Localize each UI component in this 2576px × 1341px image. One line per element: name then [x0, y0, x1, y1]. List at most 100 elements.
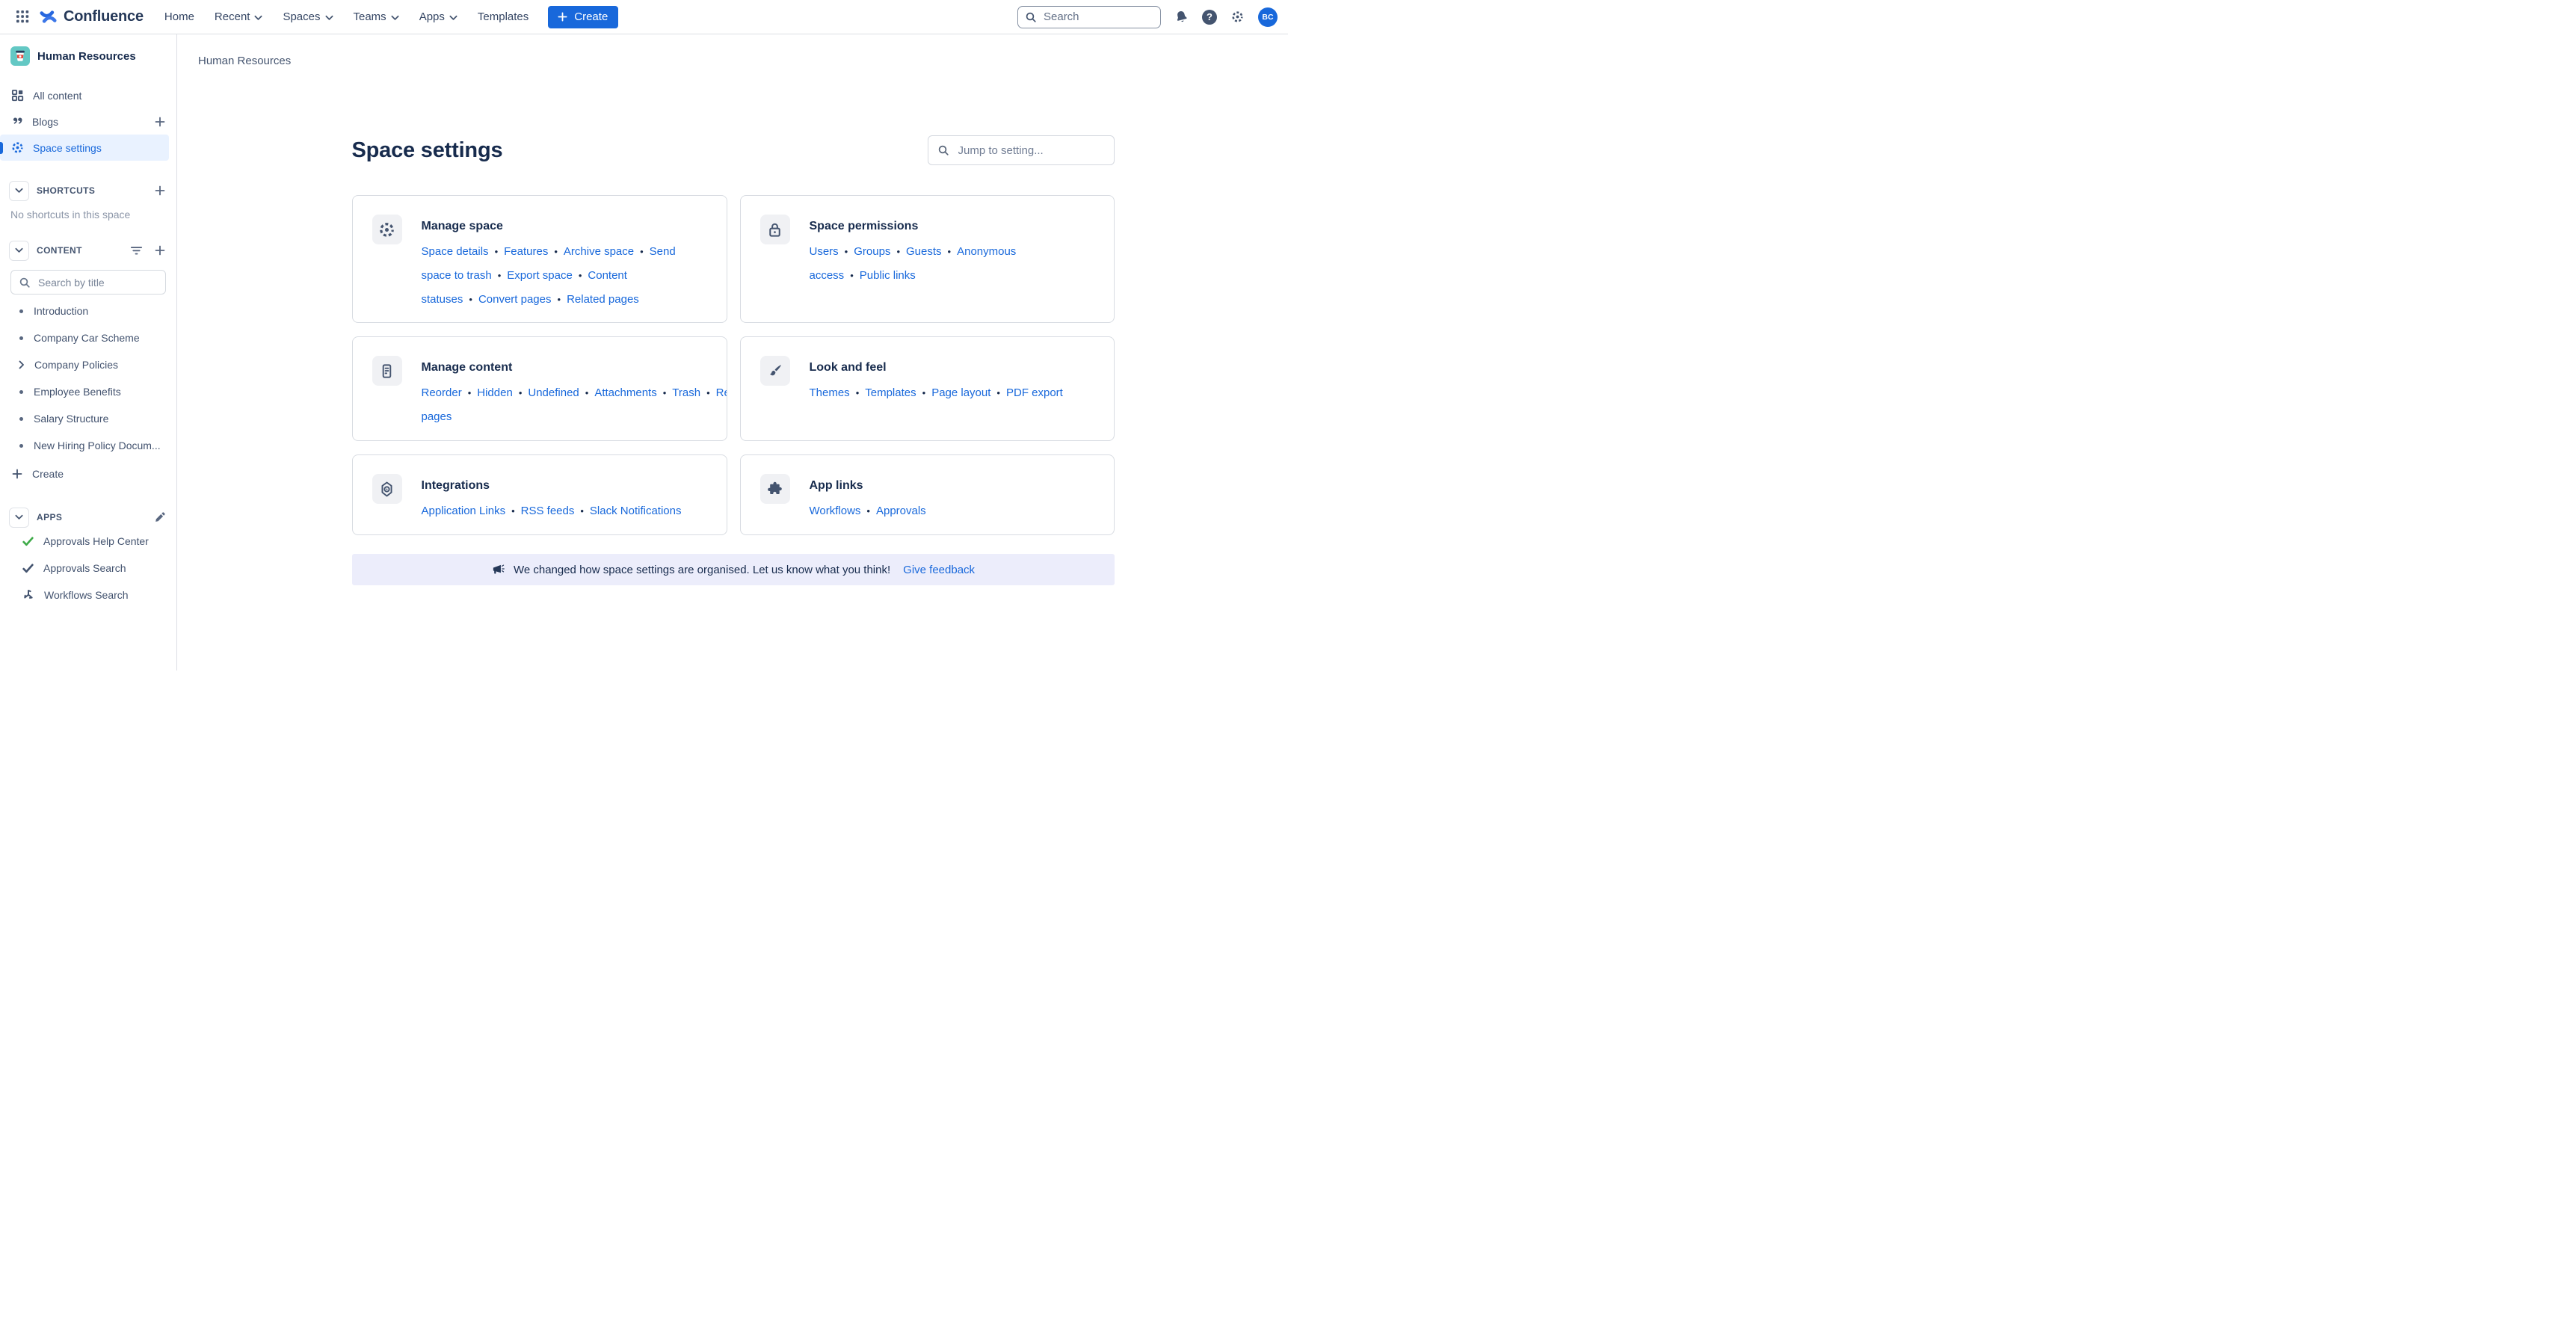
- nav-item-teams[interactable]: Teams: [354, 10, 399, 23]
- chevron-down-icon: [15, 247, 23, 253]
- settings-gear-icon[interactable]: [1230, 10, 1245, 24]
- card-link-convert-pages[interactable]: Convert pages: [478, 293, 552, 306]
- card-link-reorder[interactable]: Reorder: [422, 386, 462, 399]
- card-link-space-details[interactable]: Space details: [422, 245, 489, 258]
- card-link-trash[interactable]: Trash: [672, 386, 700, 399]
- content-search-input[interactable]: [37, 276, 158, 289]
- add-blog-icon[interactable]: [154, 116, 166, 128]
- create-page-label: Create: [32, 468, 64, 480]
- add-shortcut-icon[interactable]: [154, 185, 166, 197]
- bullet-separator: •: [856, 387, 860, 398]
- breadcrumb[interactable]: Human Resources: [198, 55, 291, 67]
- check-icon: [22, 562, 34, 575]
- card-link-users[interactable]: Users: [810, 245, 839, 258]
- card-link-workflows[interactable]: Workflows: [810, 505, 861, 517]
- page-tree-item-company-car-scheme[interactable]: Company Car Scheme: [0, 324, 176, 351]
- bullet-separator: •: [580, 505, 584, 517]
- card-link-groups[interactable]: Groups: [854, 245, 890, 258]
- nav-item-home[interactable]: Home: [164, 10, 194, 23]
- card-link-related-pages[interactable]: Related pages: [567, 293, 639, 306]
- bullet-separator: •: [845, 246, 848, 257]
- chevron-right-icon[interactable]: [19, 360, 25, 369]
- bullet-separator: •: [511, 505, 515, 517]
- search-icon: [19, 277, 31, 289]
- page-tree-item-introduction[interactable]: Introduction: [0, 298, 176, 324]
- add-content-icon[interactable]: [154, 244, 166, 256]
- app-item-approvals-help-center[interactable]: Approvals Help Center: [0, 528, 176, 555]
- card-link-archive-space[interactable]: Archive space: [564, 245, 634, 258]
- page-tree-item-new-hiring-policy-docum[interactable]: New Hiring Policy Docum...: [0, 432, 176, 459]
- help-icon[interactable]: ?: [1202, 10, 1217, 25]
- page-tree-item-salary-structure[interactable]: Salary Structure: [0, 405, 176, 432]
- user-avatar[interactable]: BC: [1258, 7, 1278, 27]
- card-link-guests[interactable]: Guests: [906, 245, 942, 258]
- shortcuts-section-header: SHORTCUTS: [0, 180, 176, 201]
- apps-collapse-button[interactable]: [9, 508, 29, 528]
- chevron-down-icon: [449, 15, 457, 21]
- bullet-separator: •: [640, 246, 644, 257]
- nav-item-apps[interactable]: Apps: [419, 10, 457, 23]
- app-item-label: Approvals Search: [43, 562, 126, 574]
- settings-cards: Manage spaceSpace details•Features•Archi…: [352, 195, 1115, 535]
- app-item-label: Workflows Search: [44, 589, 129, 601]
- bullet-separator: •: [558, 294, 561, 305]
- page-tree-item-employee-benefits[interactable]: Employee Benefits: [0, 378, 176, 405]
- workflow-icon: [22, 588, 35, 602]
- space-header[interactable]: Human Resources: [0, 46, 176, 66]
- nav-item-templates[interactable]: Templates: [478, 10, 529, 23]
- global-search[interactable]: [1017, 6, 1161, 28]
- bullet-separator: •: [896, 246, 900, 257]
- jump-to-setting-input[interactable]: [957, 144, 1105, 158]
- card-link-templates[interactable]: Templates: [865, 386, 916, 399]
- card-link-approvals[interactable]: Approvals: [876, 505, 926, 517]
- nav-item-spaces[interactable]: Spaces: [283, 10, 333, 23]
- nav-item-label: Teams: [354, 10, 386, 23]
- bullet-separator: •: [996, 387, 1000, 398]
- sidebar-item-all-content[interactable]: All content: [0, 82, 176, 108]
- primary-nav: Home Recent Spaces Teams Apps Templates: [164, 10, 529, 23]
- give-feedback-link[interactable]: Give feedback: [903, 564, 975, 576]
- card-link-rss-feeds[interactable]: RSS feeds: [521, 505, 575, 517]
- card-link-public-links[interactable]: Public links: [860, 269, 916, 282]
- page-tree-item-label: Salary Structure: [34, 413, 108, 425]
- sidebar-create-page[interactable]: Create: [0, 460, 176, 487]
- card-link-restricted[interactable]: Restricted: [716, 386, 727, 399]
- create-button[interactable]: Create: [548, 6, 618, 28]
- app-item-workflows-search[interactable]: Workflows Search: [0, 582, 176, 608]
- bullet-separator: •: [948, 246, 952, 257]
- card-link-slack-notifications[interactable]: Slack Notifications: [590, 505, 682, 517]
- nav-item-recent[interactable]: Recent: [215, 10, 263, 23]
- card-title: Manage content: [422, 361, 709, 374]
- bullet-separator: •: [498, 270, 502, 281]
- card-links: Application Links • RSS feeds • Slack Notifi…: [422, 499, 682, 523]
- global-search-input[interactable]: [1042, 10, 1153, 24]
- card-link-attachments[interactable]: Attachments: [594, 386, 656, 399]
- card-link-page-layout[interactable]: Page layout: [931, 386, 990, 399]
- app-item-approvals-search[interactable]: Approvals Search: [0, 555, 176, 582]
- app-switcher-icon[interactable]: [10, 5, 34, 29]
- card-link-undefined[interactable]: Undefined: [528, 386, 579, 399]
- sidebar-item-label: All content: [33, 90, 81, 102]
- edit-apps-pencil-icon[interactable]: [154, 511, 166, 523]
- content-collapse-button[interactable]: [9, 241, 29, 261]
- feedback-banner: We changed how space settings are organi…: [352, 554, 1115, 585]
- shortcuts-collapse-button[interactable]: [9, 181, 29, 201]
- notifications-bell-icon[interactable]: [1173, 8, 1190, 25]
- card-link-pdf-export[interactable]: PDF export: [1006, 386, 1063, 399]
- bullet-separator: •: [469, 294, 472, 305]
- card-link-hidden[interactable]: Hidden: [477, 386, 513, 399]
- sidebar-item-space-settings[interactable]: Space settings: [0, 135, 169, 161]
- card-link-export-space[interactable]: Export space: [507, 269, 573, 282]
- sidebar-item-blogs[interactable]: Blogs: [0, 108, 176, 135]
- card-link-application-links[interactable]: Application Links: [422, 505, 506, 517]
- jump-to-setting-search[interactable]: [928, 135, 1115, 165]
- card-link-themes[interactable]: Themes: [810, 386, 850, 399]
- card-look-and-feel: Look and feelThemes•Templates•Page layou…: [740, 336, 1115, 441]
- page-tree-item-company-policies[interactable]: Company Policies: [0, 351, 176, 378]
- content-search[interactable]: [10, 270, 166, 295]
- target-icon: [372, 474, 402, 504]
- gear-icon: [372, 215, 402, 244]
- filter-icon[interactable]: [130, 245, 143, 256]
- card-link-features[interactable]: Features: [504, 245, 548, 258]
- confluence-logo[interactable]: Confluence: [39, 7, 144, 26]
